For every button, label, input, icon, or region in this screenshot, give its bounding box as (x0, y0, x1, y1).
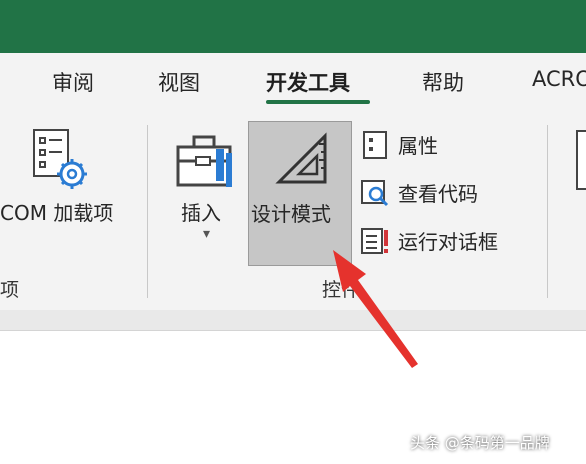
tab-developer[interactable]: 开发工具 (266, 67, 350, 97)
title-bar (0, 0, 586, 53)
com-addins-label: COM 加载项 (0, 201, 114, 225)
group-separator (547, 125, 548, 298)
formula-bar-strip (0, 310, 586, 331)
design-mode-button[interactable]: 设计模式 (248, 121, 352, 266)
tab-help[interactable]: 帮助 (422, 67, 464, 97)
chevron-down-icon[interactable]: ▾ (203, 226, 210, 242)
view-code-icon (361, 180, 389, 207)
active-tab-underline (266, 100, 370, 104)
run-dialog-icon (361, 228, 388, 254)
controls-group-label: 控件 (322, 279, 361, 301)
group-separator (147, 125, 148, 298)
tab-review[interactable]: 审阅 (52, 67, 94, 97)
run-dialog-label: 运行对话框 (398, 230, 498, 254)
design-mode-label: 设计模式 (251, 202, 331, 226)
tab-view[interactable]: 视图 (158, 67, 200, 97)
properties-icon (363, 131, 387, 159)
com-addins-icon (33, 129, 87, 189)
toolbox-icon (176, 135, 232, 187)
watermark-text: 头条 @条码第一品牌 (410, 434, 550, 452)
view-code-label: 查看代码 (398, 182, 478, 206)
triangle-ruler-icon (275, 132, 327, 184)
addins-group-label: 项 (0, 279, 20, 301)
insert-label: 插入 (181, 201, 221, 225)
next-group-icon[interactable] (576, 130, 586, 190)
properties-label: 属性 (398, 134, 438, 158)
tab-acrobat[interactable]: ACRO (532, 67, 586, 91)
